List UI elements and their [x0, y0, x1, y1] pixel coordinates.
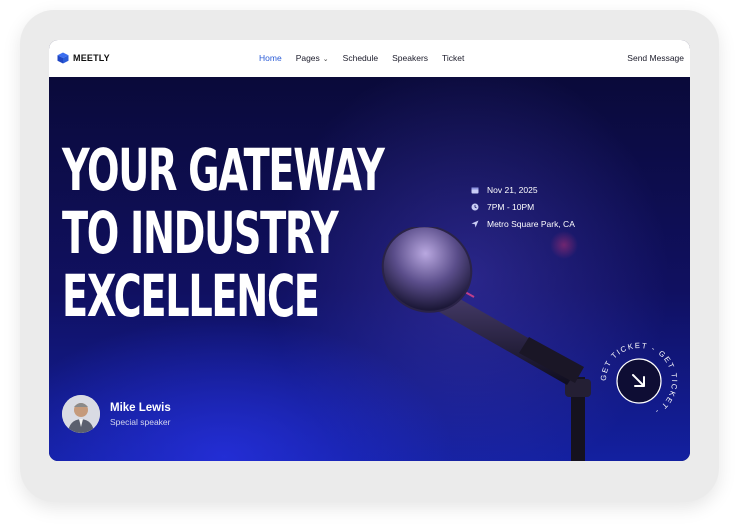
speaker-name: Mike Lewis: [110, 401, 171, 414]
send-message-link[interactable]: Send Message: [627, 53, 684, 63]
headline-line-3: EXCELLENCE: [62, 262, 320, 330]
person-icon: [62, 395, 100, 433]
headline-line-1: YOUR GATEWAY: [62, 136, 385, 204]
speaker-role: Special speaker: [110, 416, 171, 427]
clock-icon: [471, 203, 479, 210]
event-date: Nov 21, 2025: [471, 181, 575, 198]
headline-line-2: TO INDUSTRY: [62, 199, 339, 267]
hero-headline: YOUR GATEWAY TO INDUSTRY EXCELLENCE: [62, 136, 385, 330]
nav-item-home[interactable]: Home: [259, 53, 282, 63]
brand-logo[interactable]: MEETLY: [57, 52, 110, 64]
avatar: [62, 395, 100, 433]
calendar-icon: [471, 187, 479, 193]
chevron-down-icon: ⌄: [322, 56, 329, 63]
event-info: Nov 21, 2025 7PM - 10PM Metro Square Par…: [471, 181, 575, 232]
website-screen: MEETLY Home Pages ⌄ Schedule Speakers Tic…: [49, 40, 690, 461]
ticket-circle: GET TICKET - GET TICKET -: [599, 341, 678, 417]
nav-item-speakers[interactable]: Speakers: [392, 53, 428, 63]
nav-item-schedule[interactable]: Schedule: [343, 53, 378, 63]
get-ticket-badge[interactable]: GET TICKET - GET TICKET -: [597, 339, 681, 423]
brand-name: MEETLY: [73, 53, 110, 63]
nav-item-pages-label: Pages: [295, 53, 320, 63]
hero-section: YOUR GATEWAY TO INDUSTRY EXCELLENCE Nov …: [49, 77, 690, 461]
event-time: 7PM - 10PM: [471, 198, 575, 215]
event-time-text: 7PM - 10PM: [487, 201, 535, 212]
nav-item-ticket[interactable]: Ticket: [442, 53, 464, 63]
main-menu: Home Pages ⌄ Schedule Speakers Ticket: [259, 53, 464, 63]
cube-logo-icon: [57, 52, 69, 64]
speaker-text: Mike Lewis Special speaker: [110, 402, 171, 427]
nav-item-pages[interactable]: Pages ⌄: [296, 53, 329, 63]
top-navbar: MEETLY Home Pages ⌄ Schedule Speakers Tic…: [49, 40, 690, 77]
event-date-text: Nov 21, 2025: [487, 184, 538, 195]
featured-speaker[interactable]: Mike Lewis Special speaker: [62, 395, 171, 433]
